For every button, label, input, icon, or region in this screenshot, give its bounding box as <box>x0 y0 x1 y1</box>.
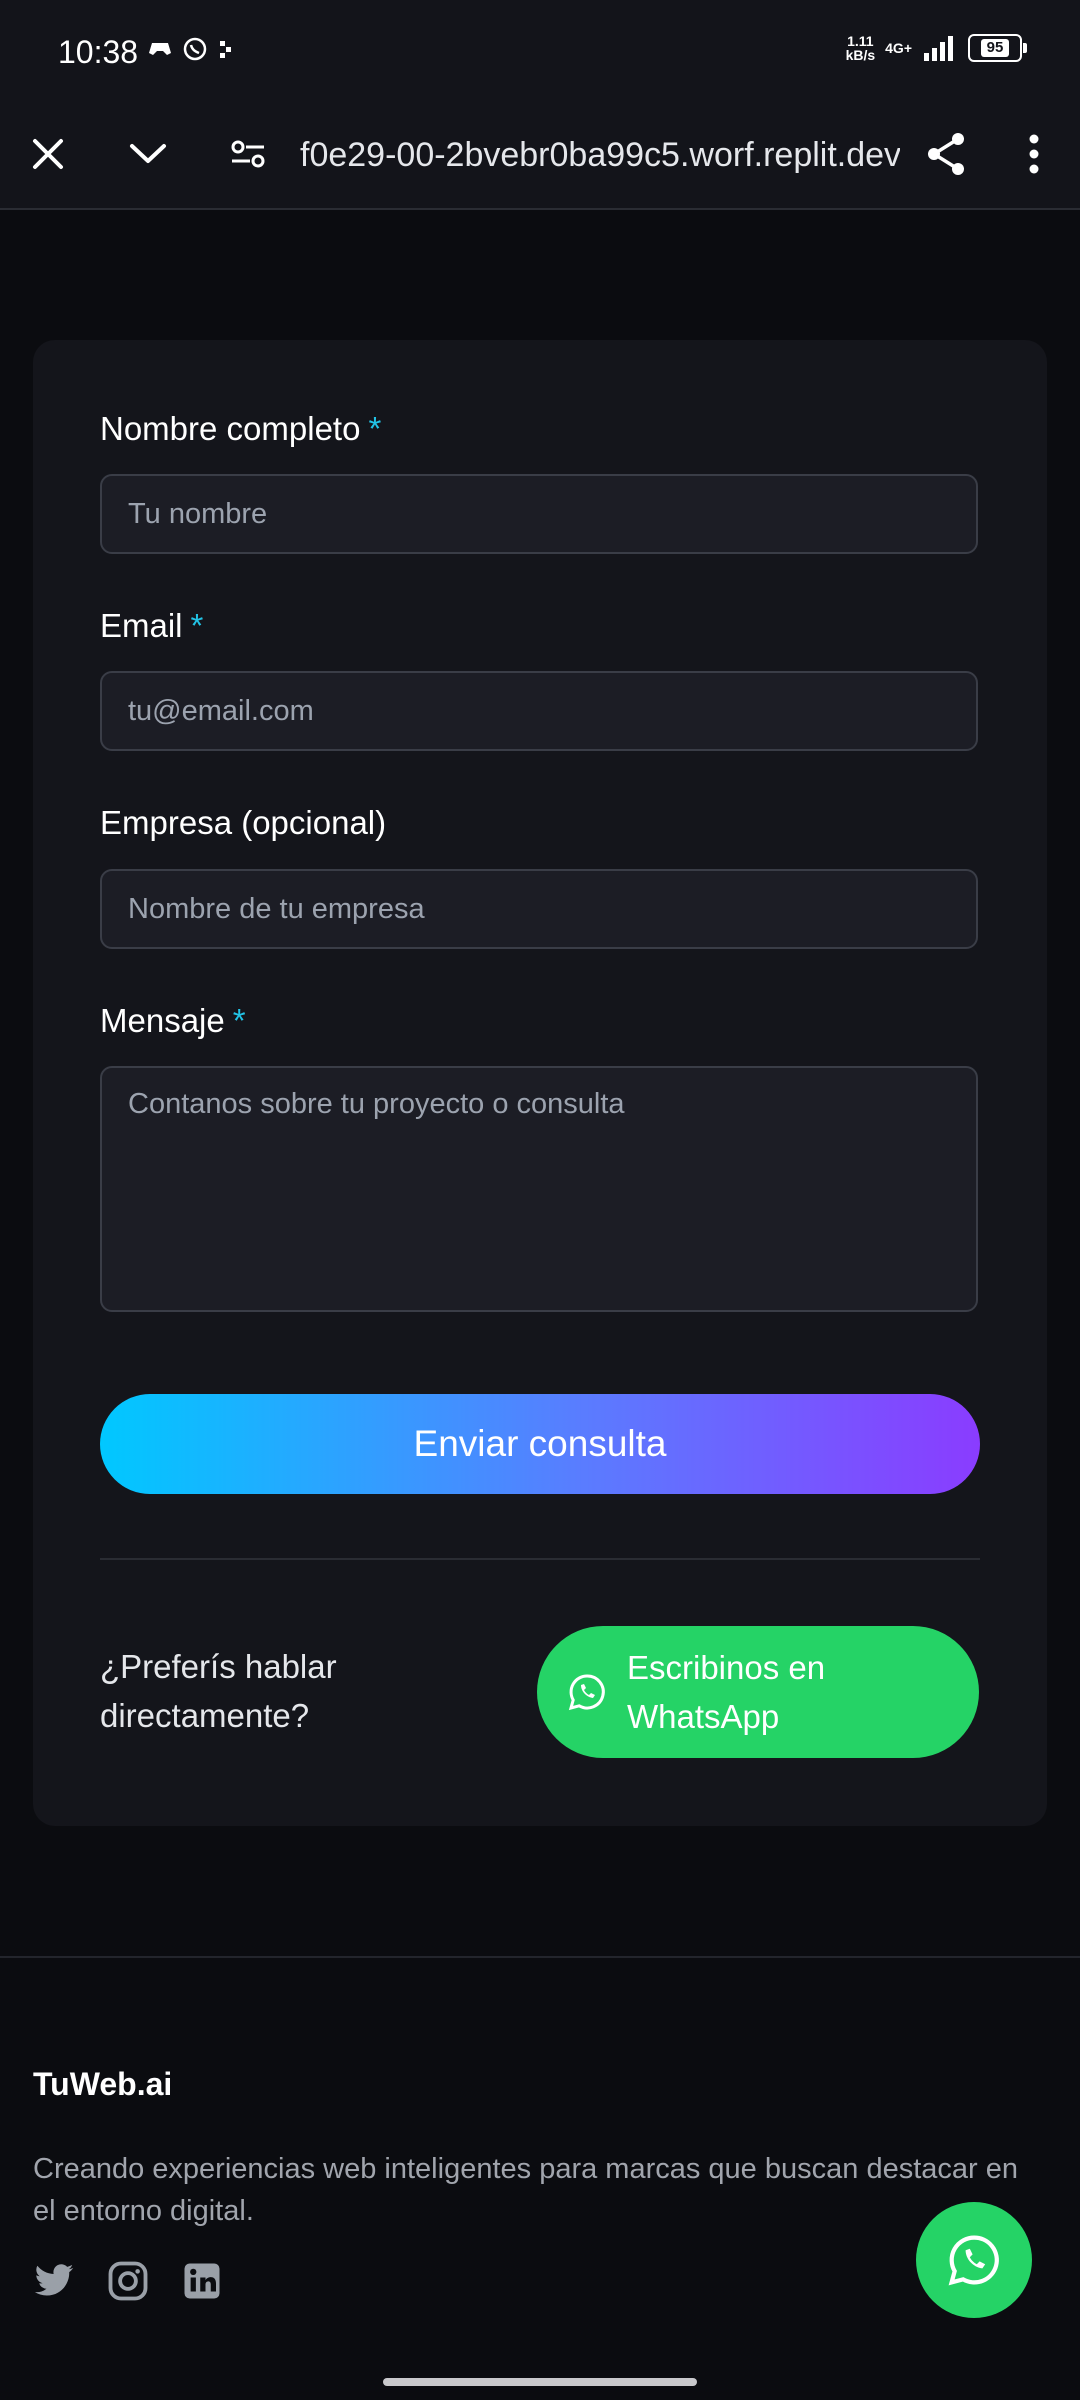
status-time: 10:38 <box>58 34 139 70</box>
site-settings-button[interactable] <box>218 124 278 184</box>
name-placeholder: Tu nombre <box>128 497 268 530</box>
browser-toolbar: f0e29-00-2bvebr0ba99c5.worf.replit.dev <box>0 100 1080 210</box>
whatsapp-button-label: Escribinos en WhatsApp <box>627 1649 826 1735</box>
close-tab-button[interactable] <box>18 124 78 184</box>
message-textarea[interactable]: Contanos sobre tu proyecto o consulta <box>100 1066 978 1312</box>
more-vert-icon <box>1029 134 1039 174</box>
whatsapp-notification-icon <box>183 37 207 61</box>
instagram-icon[interactable] <box>107 2260 149 2302</box>
share-button[interactable] <box>916 124 976 184</box>
footer-brand[interactable]: TuWeb.ai <box>33 2066 172 2103</box>
dots-notification-icon <box>220 41 231 58</box>
name-input[interactable]: Tu nombre <box>100 474 978 554</box>
close-icon <box>33 139 63 169</box>
gesture-home-bar[interactable] <box>383 2378 697 2386</box>
message-placeholder: Contanos sobre tu proyecto o consulta <box>128 1088 625 1120</box>
submit-button[interactable]: Enviar consulta <box>100 1394 980 1494</box>
whatsapp-icon <box>948 2235 999 2286</box>
company-placeholder: Nombre de tu empresa <box>128 892 425 925</box>
whatsapp-button[interactable]: Escribinos en WhatsApp <box>537 1626 979 1758</box>
prefer-direct-text: ¿Preferís hablar directamente? <box>100 1648 337 1734</box>
more-menu-button[interactable] <box>1004 124 1064 184</box>
signal-icon <box>924 36 953 61</box>
site-settings-icon <box>231 140 265 168</box>
required-asterisk: * <box>368 410 382 447</box>
battery-icon: 95 <box>968 34 1027 62</box>
game-icon <box>149 43 171 55</box>
required-asterisk: * <box>190 607 204 644</box>
twitter-icon[interactable] <box>33 2260 75 2302</box>
footer-tagline: Creando experiencias web inteligentes pa… <box>33 2153 1018 2227</box>
collapse-button[interactable] <box>118 124 178 184</box>
whatsapp-icon <box>568 1674 605 1711</box>
chevron-down-icon <box>130 144 166 163</box>
email-placeholder: tu@email.com <box>128 694 314 727</box>
net-type-label: 4G+ <box>885 40 912 56</box>
message-label-text: Mensaje <box>100 1002 225 1039</box>
footer-divider <box>0 1956 1080 1958</box>
name-label: Nombre completo * <box>100 410 381 448</box>
company-label: Empresa (opcional) <box>100 804 386 842</box>
linkedin-icon[interactable] <box>181 2260 223 2302</box>
name-label-text: Nombre completo <box>100 410 361 447</box>
net-rate-value: 1.11 <box>847 33 874 49</box>
message-label: Mensaje * <box>100 1002 246 1040</box>
email-input[interactable]: tu@email.com <box>100 671 978 751</box>
url-bar[interactable]: f0e29-00-2bvebr0ba99c5.worf.replit.dev <box>300 130 900 180</box>
status-right: 1.11 kB/s 4G+ 95 <box>846 34 1027 62</box>
required-asterisk: * <box>232 1002 246 1039</box>
company-input[interactable]: Nombre de tu empresa <box>100 869 978 949</box>
battery-level: 95 <box>980 39 1010 57</box>
notification-icons <box>148 36 234 62</box>
net-type: 4G+ <box>885 41 912 55</box>
social-links <box>33 2260 223 2302</box>
share-icon <box>928 133 964 175</box>
email-label-text: Email <box>100 607 183 644</box>
whatsapp-floating-button[interactable] <box>916 2202 1032 2318</box>
email-label: Email * <box>100 607 203 645</box>
company-label-text: Empresa (opcional) <box>100 804 387 841</box>
form-divider <box>100 1558 980 1560</box>
net-rate-unit: kB/s <box>845 47 876 63</box>
net-rate: 1.11 kB/s <box>846 34 876 62</box>
status-bar: 10:38 1.11 kB/s 4G+ 95 <box>0 0 1080 100</box>
